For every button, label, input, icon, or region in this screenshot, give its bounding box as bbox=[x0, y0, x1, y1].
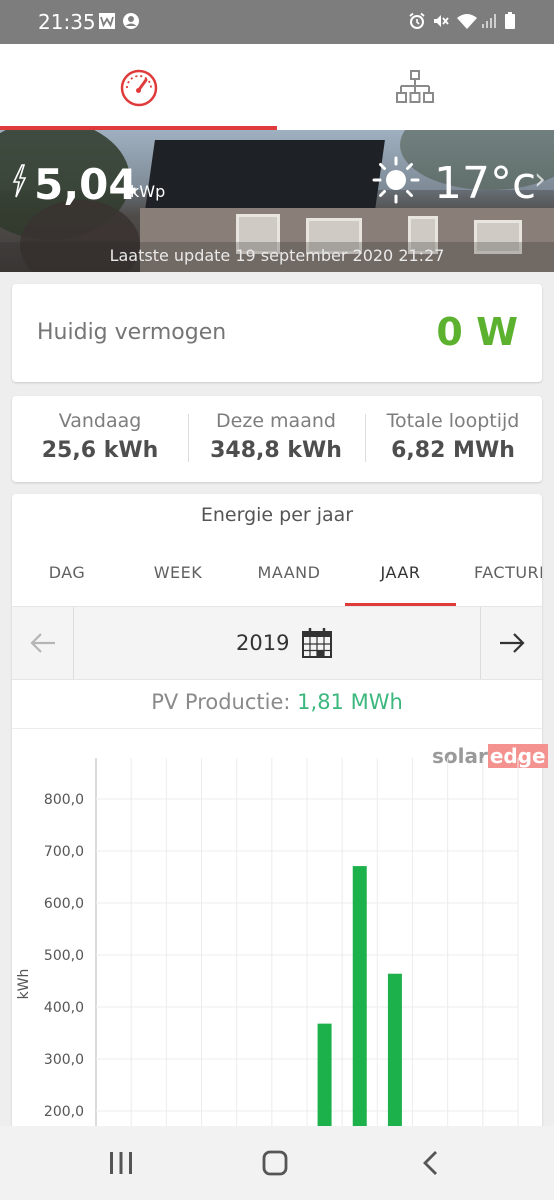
tab-site-layout[interactable] bbox=[277, 44, 554, 130]
peak-power-value: 5,04 bbox=[34, 160, 138, 209]
energy-stats-card: Vandaag 25,6 kWh Deze maand 348,8 kWh To… bbox=[12, 396, 542, 482]
weather: 17°c bbox=[372, 156, 536, 209]
pv-production-label: PV Productie: bbox=[151, 690, 298, 714]
chart-title: Energie per jaar bbox=[200, 504, 354, 526]
top-navigation bbox=[0, 44, 554, 130]
wifi-icon bbox=[457, 14, 477, 29]
arrow-right-icon bbox=[500, 633, 525, 653]
y-tick-label: 700,0 bbox=[44, 844, 84, 860]
peak-power-unit: kWp bbox=[130, 182, 166, 201]
previous-period-button[interactable] bbox=[12, 607, 74, 679]
stat-label: Vandaag bbox=[58, 410, 142, 432]
site-photo-banner[interactable]: › 5,04 kWp 17°c Laatste update 19 septem… bbox=[0, 130, 554, 272]
tab-dashboard[interactable] bbox=[0, 44, 277, 130]
stat-value: 6,82 MWh bbox=[391, 438, 515, 463]
stat-month: Deze maand 348,8 kWh bbox=[188, 410, 364, 463]
stat-label: Deze maand bbox=[216, 410, 336, 432]
date-navigator: 2019 bbox=[12, 606, 542, 680]
calendar-icon[interactable] bbox=[301, 627, 333, 659]
lightning-bolt-icon bbox=[12, 164, 27, 198]
status-time: 21:35 bbox=[38, 10, 96, 34]
tab-week[interactable]: WEEK bbox=[122, 560, 234, 606]
current-power-value: 0 W bbox=[436, 310, 518, 354]
tab-month[interactable]: MAAND bbox=[234, 560, 344, 606]
next-period-button[interactable] bbox=[480, 607, 542, 679]
pv-production: PV Productie: 1,81 MWh bbox=[12, 690, 542, 714]
tab-day[interactable]: DAG bbox=[12, 560, 122, 606]
current-power-label: Huidig vermogen bbox=[37, 320, 227, 345]
y-tick-label: 800,0 bbox=[44, 792, 84, 808]
back-icon[interactable] bbox=[416, 1148, 446, 1178]
y-tick-label: 600,0 bbox=[44, 896, 84, 912]
w-app-icon bbox=[99, 13, 115, 29]
y-tick-label: 400,0 bbox=[44, 1000, 84, 1016]
stat-today: Vandaag 25,6 kWh bbox=[12, 410, 188, 463]
y-tick-label: 200,0 bbox=[44, 1104, 84, 1120]
y-tick-label: 500,0 bbox=[44, 948, 84, 964]
sun-icon bbox=[372, 156, 420, 204]
stat-value: 348,8 kWh bbox=[210, 438, 342, 463]
stat-label: Totale looptijd bbox=[386, 410, 520, 432]
screen: 21:35 › 5,04 kWp 17°c Laatste update 19 … bbox=[0, 0, 554, 1200]
alarm-icon bbox=[409, 12, 425, 29]
account-circle-icon bbox=[123, 13, 139, 29]
current-power-card: Huidig vermogen 0 W bbox=[12, 284, 542, 382]
divider bbox=[12, 728, 542, 729]
solar-roof bbox=[145, 140, 385, 210]
selected-year[interactable]: 2019 bbox=[236, 631, 289, 655]
temperature: 17°c bbox=[434, 158, 537, 209]
site-layout-icon bbox=[396, 70, 434, 103]
tab-year[interactable]: JAAR bbox=[345, 560, 456, 606]
energy-chart-card: Energie per jaar DAG WEEK MAAND JAAR FAC… bbox=[12, 494, 548, 1194]
stat-value: 25,6 kWh bbox=[41, 438, 159, 463]
arrow-left-icon bbox=[30, 633, 55, 653]
recent-apps-icon[interactable] bbox=[106, 1148, 136, 1178]
last-update-text: Laatste update 19 september 2020 21:27 bbox=[0, 242, 554, 272]
tab-invoice[interactable]: FACTURE bbox=[456, 560, 542, 606]
mute-icon bbox=[434, 15, 449, 27]
signal-icon bbox=[482, 14, 496, 28]
stat-lifetime: Totale looptijd 6,82 MWh bbox=[365, 410, 541, 463]
battery-icon bbox=[505, 12, 515, 29]
pv-production-value: 1,81 MWh bbox=[297, 690, 403, 714]
home-icon[interactable] bbox=[260, 1148, 290, 1178]
status-bar: 21:35 bbox=[0, 0, 554, 44]
system-navigation-bar bbox=[0, 1126, 554, 1200]
dashboard-gauge-icon bbox=[120, 69, 158, 107]
y-tick-label: 300,0 bbox=[44, 1052, 84, 1068]
y-axis-label: kWh bbox=[16, 969, 32, 1000]
